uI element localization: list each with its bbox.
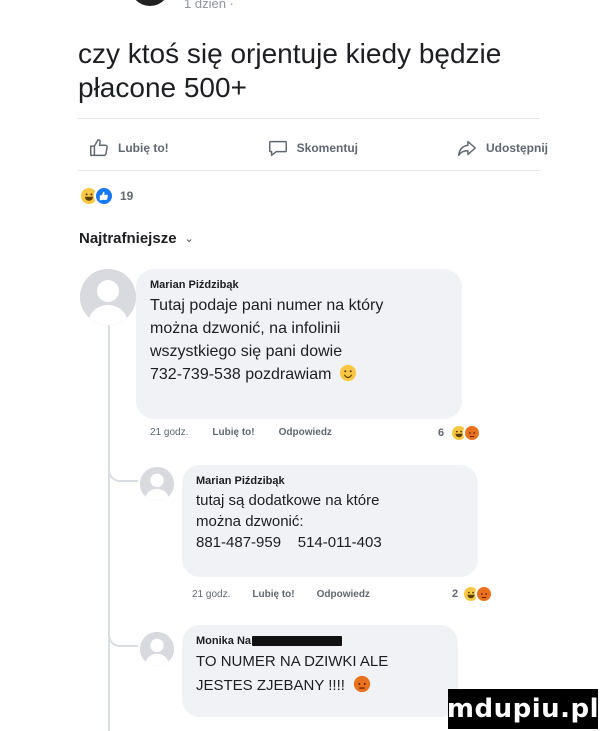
post-author-avatar[interactable] [130, 0, 170, 6]
comment-time[interactable]: 21 godz. [192, 589, 230, 600]
angry-reaction-icon [475, 585, 494, 603]
comment-bubble: Monika Na TO NUMER NA DZIWKI ALE JESTES … [182, 625, 458, 717]
comment-like-button[interactable]: Lubię to! [252, 589, 294, 600]
comment-text-line: tutaj są dodatkowe na które [196, 492, 380, 509]
thread-line [108, 324, 110, 731]
comment-text-line: 732-739-538 pozdrawiam [150, 363, 448, 386]
comment-text-line: JESTES ZJEBANY !!!! [196, 674, 444, 698]
share-button[interactable]: Udostępnij [456, 137, 548, 159]
like-label: Lubię to! [118, 141, 169, 155]
comment-bubble: Marian Piździbąk Tutaj podaje pani numer… [136, 269, 462, 419]
divider [78, 118, 540, 119]
comment-button[interactable]: Skomentuj [267, 137, 358, 159]
comment-reaction-count: 2 [452, 588, 459, 600]
comment-text-line: można dzwonić: [196, 513, 304, 530]
comment-label: Skomentuj [296, 141, 358, 155]
reply-connector [108, 440, 138, 482]
comment-reactions[interactable]: 2 [452, 585, 494, 603]
comment-text: Tutaj podaje pani numer na który można d… [150, 294, 448, 386]
comment-time[interactable]: 21 godz. [150, 427, 188, 438]
chevron-down-icon: ⌄ [184, 233, 194, 245]
commenter-avatar[interactable] [140, 467, 174, 501]
comment-text: tutaj są dodatkowe na które można dzwoni… [196, 490, 464, 553]
share-arrow-icon [458, 140, 476, 157]
share-label: Udostępnij [486, 141, 548, 155]
angry-reaction-icon [463, 424, 482, 442]
comment-author[interactable]: Marian Piździbąk [150, 279, 448, 291]
post-timestamp[interactable]: 1 dzień · [184, 0, 234, 11]
watermark-logo: mdupiu.pl [447, 689, 599, 729]
comment-text: TO NUMER NA DZIWKI ALE JESTES ZJEBANY !!… [196, 650, 444, 698]
sort-label: Najtrafniejsze [79, 230, 177, 247]
reactions-count: 19 [120, 189, 134, 203]
comment-text-line: można dzwonić, na infolinii [150, 320, 341, 337]
comment-text-fragment: 732-739-538 pozdrawiam [150, 366, 332, 383]
reply-connector [108, 605, 138, 647]
smile-emoji-icon [339, 364, 357, 382]
comment-author[interactable]: Marian Piździbąk [196, 475, 464, 487]
like-button[interactable]: Lubię to! [88, 137, 169, 159]
reactions-summary[interactable]: 19 [79, 186, 133, 206]
comment-reactions[interactable]: 6 [438, 424, 482, 442]
comment-reaction-count: 6 [438, 427, 445, 439]
comment-author-name: Monika Na [196, 635, 252, 647]
comment-meta: 21 godz. Lubię to! Odpowiedz [192, 589, 452, 600]
default-avatar-icon [80, 269, 136, 325]
speech-bubble-icon [268, 140, 287, 157]
comment-bubble: Marian Piździbąk tutaj są dodatkowe na k… [182, 465, 478, 577]
default-avatar-icon [140, 632, 174, 666]
comment-text-line: 881-487-959 514-011-403 [196, 534, 382, 551]
comment-like-button[interactable]: Lubię to! [212, 427, 254, 438]
comment-text-line: Tutaj podaje pani numer na który [150, 297, 384, 314]
comments-sort-dropdown[interactable]: Najtrafniejsze ⌄ [79, 230, 194, 247]
comment-text-fragment: JESTES ZJEBANY !!!! [196, 677, 345, 694]
like-reaction-icon [94, 186, 114, 206]
post-actions-bar: Lubię to! Skomentuj Udostępnij [88, 136, 548, 160]
comment-meta: 21 godz. Lubię to! Odpowiedz [150, 427, 470, 438]
post-text-line: płacone 500+ [78, 72, 247, 103]
post-text-line: czy ktoś się orjentuje kiedy będzie [78, 38, 502, 69]
comment-author[interactable]: Monika Na [196, 635, 444, 647]
comment-text-line: wszystkiego się pani dowie [150, 343, 343, 360]
comment-reply-button[interactable]: Odpowiedz [279, 427, 332, 438]
angry-emoji-icon [354, 675, 371, 693]
default-avatar-icon [140, 467, 174, 501]
post-text: czy ktoś się orjentuje kiedy będzie płac… [78, 37, 548, 105]
comment-reply-button[interactable]: Odpowiedz [317, 589, 370, 600]
commenter-avatar[interactable] [80, 269, 136, 325]
divider [78, 170, 540, 171]
redaction-bar [252, 636, 343, 646]
commenter-avatar[interactable] [140, 632, 174, 666]
thumbs-up-icon [90, 139, 108, 157]
comment-text-line: TO NUMER NA DZIWKI ALE [196, 653, 389, 670]
